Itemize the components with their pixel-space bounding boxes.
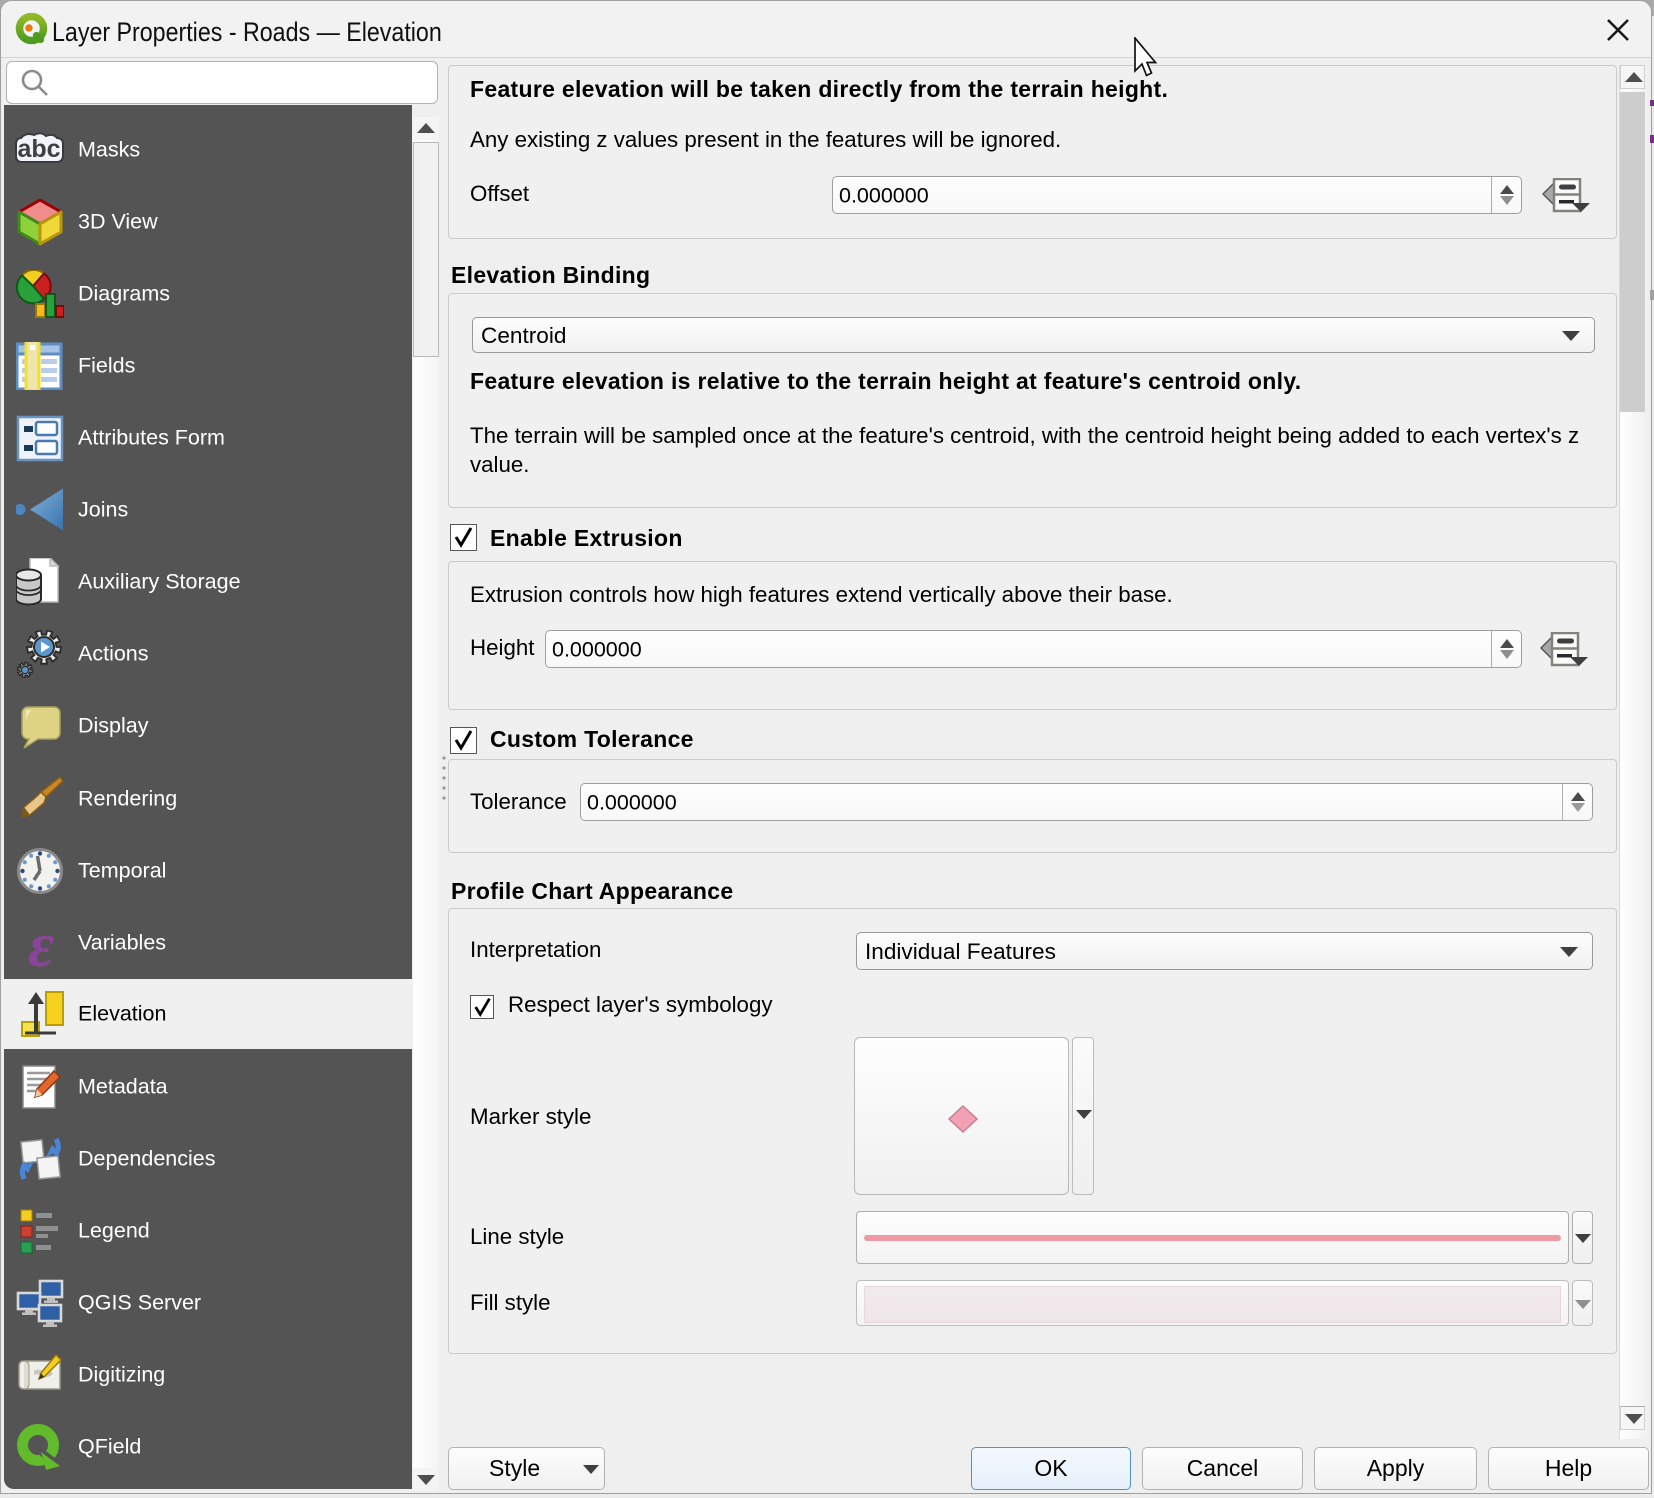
- svg-text:abc: abc: [17, 135, 60, 163]
- svg-text:ε: ε: [28, 919, 54, 967]
